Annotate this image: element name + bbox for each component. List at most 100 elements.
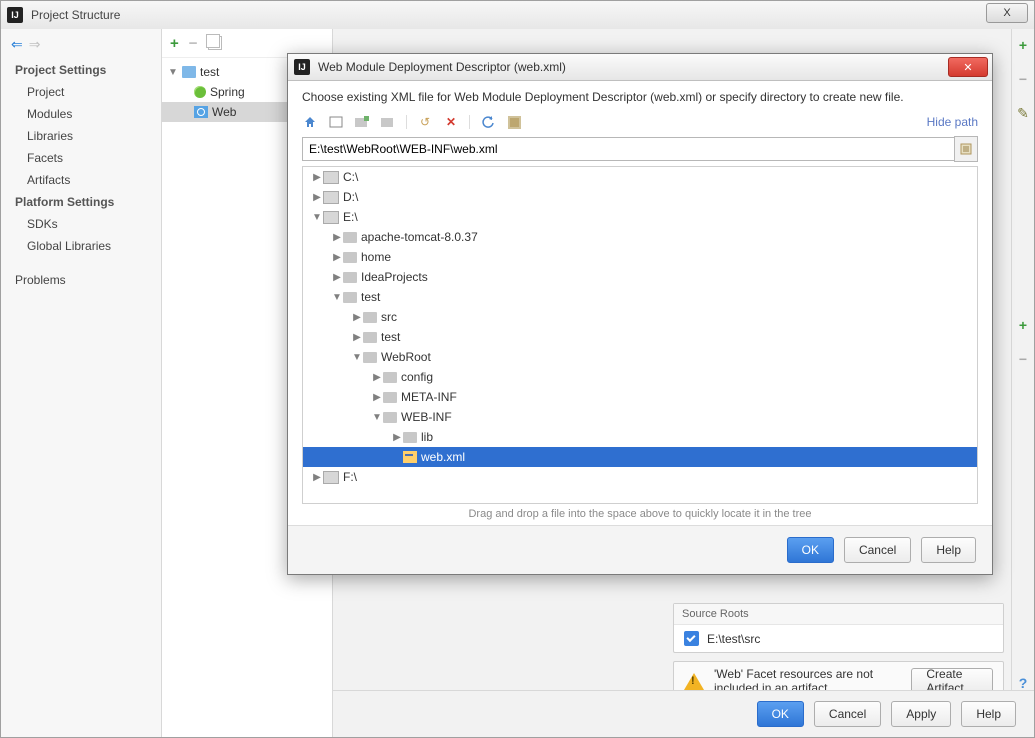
sidebar-item-project[interactable]: Project [1, 81, 161, 103]
sidebar-item-facets[interactable]: Facets [1, 147, 161, 169]
copy-icon[interactable] [208, 36, 222, 50]
folder-icon [383, 372, 397, 383]
tree-label: test [200, 65, 219, 79]
toolbar-edit-icon[interactable]: ✎ [1015, 105, 1031, 121]
drive-e[interactable]: ▼E:\ [303, 207, 977, 227]
project-dir-icon[interactable] [328, 114, 344, 130]
expand-icon[interactable]: ▼ [168, 67, 178, 78]
dialog-toolbar: ↺ ✕ Hide path [302, 114, 978, 130]
folder-icon [403, 432, 417, 443]
tree-label: test [381, 330, 400, 344]
new-folder-icon[interactable] [354, 114, 370, 130]
sidebar-item-sdks[interactable]: SDKs [1, 213, 161, 235]
folder-icon [343, 252, 357, 263]
titlebar: IJ Project Structure X [1, 1, 1034, 30]
nav-forward-icon[interactable]: ⇒ [29, 37, 41, 51]
window-close-button[interactable]: X [986, 3, 1028, 23]
drive-c[interactable]: ▶C:\ [303, 167, 977, 187]
tree-label: apache-tomcat-8.0.37 [361, 230, 478, 244]
folder-icon [363, 332, 377, 343]
path-input[interactable] [302, 137, 954, 161]
undo-icon[interactable]: ↺ [417, 114, 433, 130]
toolbar-remove-icon[interactable]: − [1015, 71, 1031, 87]
drop-hint: Drag and drop a file into the space abov… [302, 504, 978, 520]
separator-icon [469, 115, 470, 129]
tree-label: C:\ [343, 170, 358, 184]
tree-label: test [361, 290, 380, 304]
dialog-help-button[interactable]: Help [921, 537, 976, 563]
folder-icon [383, 392, 397, 403]
folder-src[interactable]: ▶src [303, 307, 977, 327]
folder-icon [343, 232, 357, 243]
history-button[interactable] [954, 136, 978, 162]
web-icon [194, 106, 208, 118]
tree-label: E:\ [343, 210, 358, 224]
apply-button[interactable]: Apply [891, 701, 951, 727]
source-root-row[interactable]: E:\test\src [674, 625, 1003, 652]
folder-lib[interactable]: ▶lib [303, 427, 977, 447]
ok-button[interactable]: OK [757, 701, 804, 727]
warning-icon [684, 673, 704, 690]
drive-f[interactable]: ▶F:\ [303, 467, 977, 487]
delete-icon[interactable]: ✕ [443, 114, 459, 130]
folder-webroot[interactable]: ▼WebRoot [303, 347, 977, 367]
drive-d[interactable]: ▶D:\ [303, 187, 977, 207]
toolbar-remove2-icon[interactable]: − [1015, 351, 1031, 367]
left-sidebar: ⇐ ⇒ Project Settings Project Modules Lib… [1, 29, 162, 737]
dialog-titlebar: IJ Web Module Deployment Descriptor (web… [288, 54, 992, 81]
add-icon[interactable]: + [170, 35, 179, 52]
drive-icon [323, 471, 339, 484]
source-root-path: E:\test\src [707, 632, 760, 646]
sidebar-heading-platform-settings: Platform Settings [1, 191, 161, 213]
sidebar-item-libraries[interactable]: Libraries [1, 125, 161, 147]
sidebar-item-modules[interactable]: Modules [1, 103, 161, 125]
folder-ideaprojects[interactable]: ▶IdeaProjects [303, 267, 977, 287]
file-tree[interactable]: ▶C:\ ▶D:\ ▼E:\ ▶apache-tomcat-8.0.37 ▶ho… [302, 166, 978, 504]
nav-back-icon[interactable]: ⇐ [11, 37, 23, 51]
toolbar-help-icon[interactable]: ? [1015, 675, 1031, 691]
file-chooser-dialog: IJ Web Module Deployment Descriptor (web… [287, 53, 993, 575]
folder-icon [363, 312, 377, 323]
help-button[interactable]: Help [961, 701, 1016, 727]
separator-icon [406, 115, 407, 129]
show-hidden-icon[interactable] [506, 114, 522, 130]
nav-history: ⇐ ⇒ [1, 35, 161, 59]
source-roots-header: Source Roots [674, 604, 1003, 625]
home-icon[interactable] [302, 114, 318, 130]
project-structure-window: IJ Project Structure X ⇐ ⇒ Project Setti… [0, 0, 1035, 738]
folder-test[interactable]: ▼test [303, 287, 977, 307]
dialog-ok-button[interactable]: OK [787, 537, 834, 563]
tree-label: lib [421, 430, 433, 444]
module-icon [182, 66, 196, 78]
folder-test-inner[interactable]: ▶test [303, 327, 977, 347]
dialog-close-button[interactable]: ✕ [948, 57, 988, 77]
new-folder2-icon[interactable] [380, 114, 396, 130]
folder-tomcat[interactable]: ▶apache-tomcat-8.0.37 [303, 227, 977, 247]
sidebar-item-artifacts[interactable]: Artifacts [1, 169, 161, 191]
folder-icon [343, 272, 357, 283]
folder-icon [383, 412, 397, 423]
dialog-cancel-button[interactable]: Cancel [844, 537, 911, 563]
folder-home[interactable]: ▶home [303, 247, 977, 267]
tree-label: WebRoot [381, 350, 431, 364]
tree-label: Web [212, 105, 236, 119]
folder-config[interactable]: ▶config [303, 367, 977, 387]
tree-label: WEB-INF [401, 410, 452, 424]
refresh-icon[interactable] [480, 114, 496, 130]
folder-icon [363, 352, 377, 363]
sidebar-item-global-libraries[interactable]: Global Libraries [1, 235, 161, 257]
checkbox-checked-icon[interactable] [684, 631, 699, 646]
sidebar-item-problems[interactable]: Problems [1, 269, 161, 291]
folder-webinf[interactable]: ▼WEB-INF [303, 407, 977, 427]
remove-icon[interactable]: − [189, 35, 198, 52]
hide-path-link[interactable]: Hide path [927, 115, 978, 129]
window-title: Project Structure [31, 8, 120, 22]
cancel-button[interactable]: Cancel [814, 701, 881, 727]
toolbar-add-icon[interactable]: + [1015, 37, 1031, 53]
folder-metainf[interactable]: ▶META-INF [303, 387, 977, 407]
tree-label: F:\ [343, 470, 357, 484]
tree-label: IdeaProjects [361, 270, 428, 284]
drive-icon [323, 191, 339, 204]
file-web-xml[interactable]: web.xml [303, 447, 977, 467]
toolbar-add2-icon[interactable]: + [1015, 317, 1031, 333]
